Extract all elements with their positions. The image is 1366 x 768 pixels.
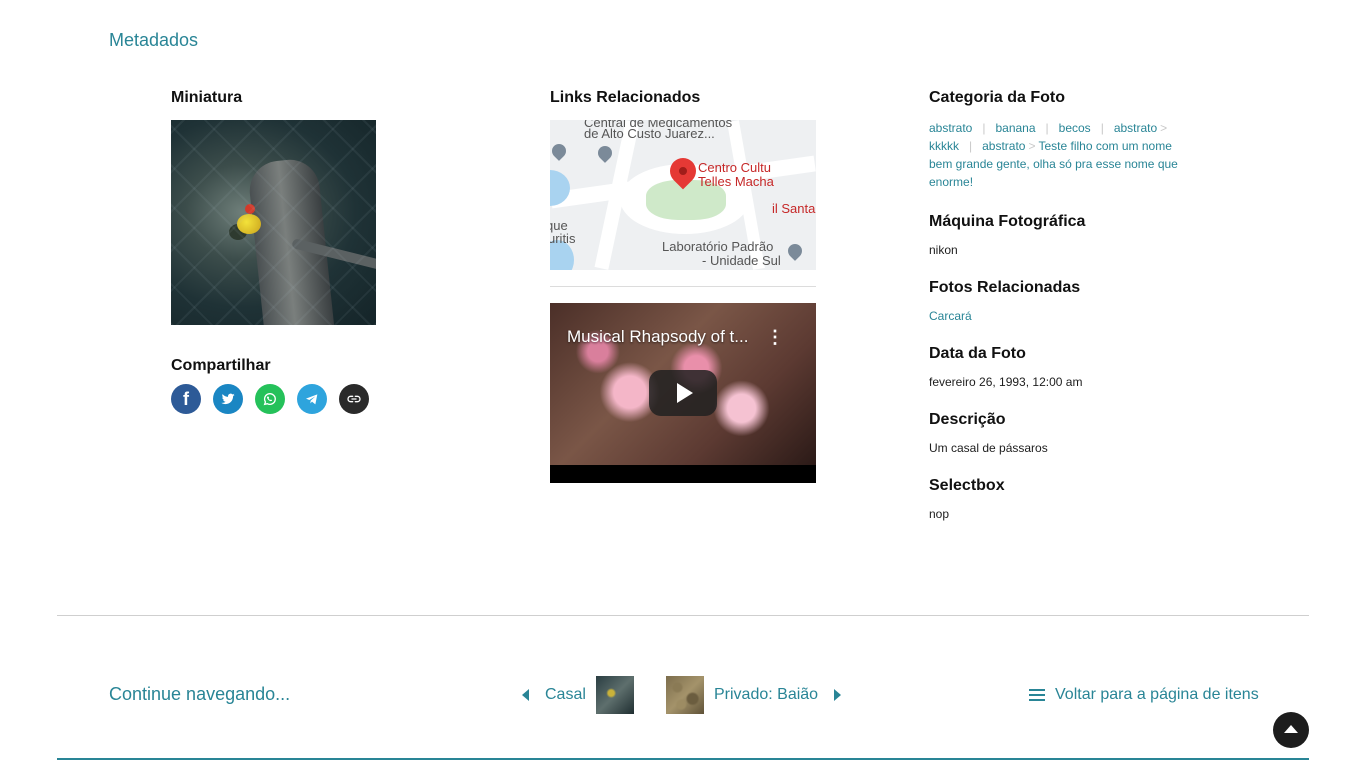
thumbnail-label: Miniatura [171, 89, 243, 106]
next-item-label[interactable]: Privado: Baião [714, 686, 818, 704]
category-link[interactable]: banana [995, 121, 1035, 135]
category-separator: | [969, 139, 973, 153]
video-embed[interactable]: Musical Rhapsody of t... ⋮ [550, 303, 816, 483]
descricao-block: Descrição Um casal de pássaros [929, 411, 1189, 455]
map-marker-icon [595, 143, 615, 163]
previous-item-thumbnail[interactable] [595, 676, 634, 714]
twitter-share-button[interactable] [213, 384, 243, 414]
share-label: Compartilhar [171, 357, 271, 374]
whatsapp-share-button[interactable] [255, 384, 285, 414]
category-link[interactable]: abstrato [982, 139, 1025, 153]
telegram-icon [306, 394, 318, 405]
category-link[interactable]: abstrato [929, 121, 972, 135]
map-label: Laboratório Padrão [662, 239, 774, 254]
next-item-link[interactable]: Privado: Baião [666, 676, 842, 714]
facebook-share-button[interactable]: f [171, 384, 201, 414]
data-foto-block: Data da Foto fevereiro 26, 1993, 12:00 a… [929, 345, 1189, 389]
category-link[interactable]: becos [1059, 121, 1091, 135]
descricao-value: Um casal de pássaros [929, 441, 1048, 455]
section-title: Metadados [109, 30, 199, 50]
category-link[interactable]: abstrato [1114, 121, 1157, 135]
whatsapp-icon [263, 393, 276, 406]
video-menu-icon[interactable]: ⋮ [766, 327, 784, 348]
maquina-value: nikon [929, 243, 958, 257]
map-marker-icon [785, 241, 805, 261]
map-place-label: Telles Macha [698, 174, 774, 189]
fotos-relacionadas-block: Fotos Relacionadas Carcará [929, 279, 1189, 323]
link-icon [347, 395, 361, 403]
twitter-icon [221, 393, 235, 405]
selectbox-label: Selectbox [929, 477, 1005, 494]
category-separator: | [982, 121, 986, 135]
list-icon [1029, 689, 1045, 701]
share-buttons: f [171, 384, 471, 414]
related-photo-link[interactable]: Carcará [929, 309, 1189, 323]
categoria-label: Categoria da Foto [929, 89, 1066, 106]
selectbox-value: nop [929, 507, 950, 521]
category-separator: | [1100, 121, 1104, 135]
video-title[interactable]: Musical Rhapsody of t... [567, 327, 748, 347]
facebook-icon: f [183, 388, 189, 409]
back-to-items-label[interactable]: Voltar para a página de itens [1055, 686, 1259, 704]
links-label: Links Relacionados [550, 89, 701, 106]
map-label: il Santa [772, 201, 816, 216]
next-item-thumbnail[interactable] [666, 676, 704, 714]
category-link[interactable]: kkkkk [929, 139, 959, 153]
data-foto-value: fevereiro 26, 1993, 12:00 am [929, 375, 1083, 389]
map-label: uritis [550, 231, 576, 246]
back-to-items-link[interactable]: Voltar para a página de itens [1029, 686, 1259, 704]
fotos-relacionadas-label: Fotos Relacionadas [929, 279, 1081, 296]
map-marker-icon [550, 141, 569, 161]
selectbox-block: Selectbox nop [929, 477, 1189, 521]
play-button[interactable] [649, 370, 717, 416]
map-place-label: Centro Cultu [698, 160, 771, 175]
chevron-left-icon [522, 689, 529, 701]
section-divider [57, 615, 1309, 616]
category-separator: > [1160, 121, 1168, 135]
metadata-column: Categoria da Foto abstrato | banana | becos |… [929, 89, 1189, 521]
links-column: Links Relacionados Central de Medicament… [550, 89, 816, 483]
map-label: - Unidade Sul [702, 253, 781, 268]
category-separator: | [1045, 121, 1049, 135]
previous-item-label[interactable]: Casal [545, 686, 586, 704]
map-embed[interactable]: Central de Medicamentos de Alto Custo Ju… [550, 120, 816, 270]
telegram-share-button[interactable] [297, 384, 327, 414]
copy-link-button[interactable] [339, 384, 369, 414]
thumbnail-image[interactable] [171, 120, 376, 325]
maquina-block: Máquina Fotográfica nikon [929, 213, 1189, 257]
continue-browsing-heading: Continue navegando... [109, 684, 291, 704]
previous-item-link[interactable]: Casal [522, 676, 634, 714]
chevron-right-icon [834, 689, 842, 701]
category-link[interactable]: Teste filho com um nome bem grande gente… [929, 139, 1178, 189]
footer-divider [57, 758, 1309, 760]
descricao-label: Descrição [929, 411, 1006, 428]
thumbnail-column: Miniatura Compartilhar f [171, 89, 471, 414]
map-label: de Alto Custo Juarez... [584, 126, 715, 141]
category-list: abstrato | banana | becos | abstrato > kkkkk | abs… [929, 119, 1189, 191]
data-foto-label: Data da Foto [929, 345, 1026, 362]
scroll-to-top-button[interactable] [1273, 712, 1309, 748]
divider [550, 286, 816, 287]
maquina-label: Máquina Fotográfica [929, 213, 1086, 230]
category-separator: > [1028, 139, 1036, 153]
wire-mesh [171, 120, 376, 325]
